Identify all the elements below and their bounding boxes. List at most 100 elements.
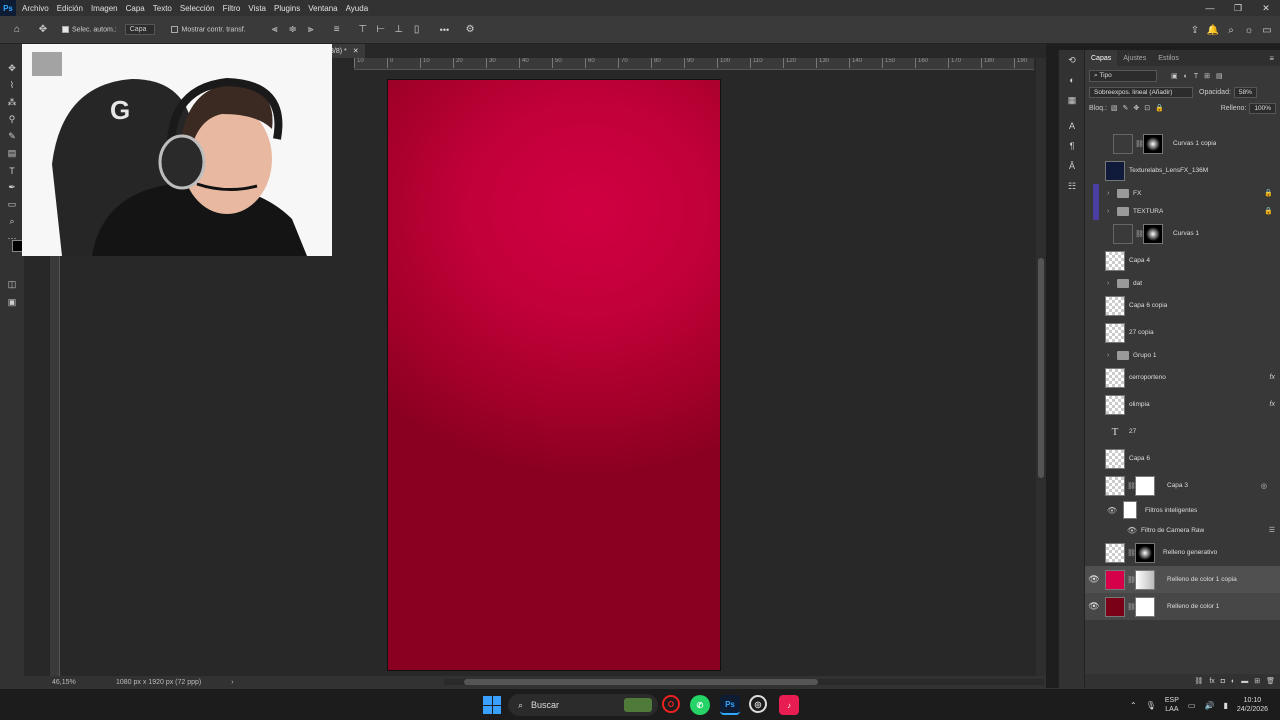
eye-icon[interactable]: 👁 <box>1085 601 1103 612</box>
restore-icon[interactable]: ❐ <box>1224 0 1252 16</box>
align-center-icon[interactable]: ≑ <box>284 21 302 39</box>
layer-item[interactable]: 👁 ⛓ Relleno de color 1 <box>1085 593 1280 620</box>
scrollbar-thumb[interactable] <box>1038 258 1044 478</box>
lasso-tool-icon[interactable]: ⌇ <box>0 77 24 94</box>
align-middle-icon[interactable]: ⊢ <box>372 21 390 39</box>
zoom-level[interactable]: 46,15% <box>52 679 112 686</box>
gear-icon[interactable]: ⚙ <box>461 21 479 39</box>
layer-item[interactable]: ⛓ Capa 3 ◎ <box>1085 472 1280 499</box>
taskbar-search[interactable]: ⌕ Buscar <box>508 694 658 716</box>
battery-icon[interactable]: ▮ <box>1223 701 1227 710</box>
windows-start-button[interactable] <box>483 696 501 714</box>
link-layers-icon[interactable]: ⛓ <box>1194 677 1203 685</box>
panel-menu-icon[interactable]: ≡ <box>1269 54 1274 63</box>
type-tool-icon[interactable]: T <box>0 162 24 179</box>
menu-archivo[interactable]: Archivo <box>22 4 49 13</box>
pen-tool-icon[interactable]: ✒ <box>0 179 24 196</box>
share-icon[interactable]: ⇪ <box>1186 21 1204 39</box>
opera-icon[interactable]: O <box>662 695 680 713</box>
filter-icons[interactable]: ▣◐T⊞▤ <box>1171 72 1229 80</box>
fill-input[interactable]: 100% <box>1249 102 1276 114</box>
eye-icon[interactable]: 👁 <box>1085 526 1137 535</box>
quick-mask-icon[interactable]: ◫ <box>0 276 24 293</box>
fx-icon[interactable]: fx <box>1270 374 1275 381</box>
tab-ajustes[interactable]: Ajustes <box>1117 50 1152 66</box>
blend-mode-dropdown[interactable]: Sobreexpos. lineal (Añadir) <box>1089 86 1193 98</box>
align-bottom-icon[interactable]: ⊥ <box>390 21 408 39</box>
tab-capas[interactable]: Capas <box>1085 50 1118 66</box>
layer-item[interactable]: Texturelabs_LensFX_136M <box>1085 157 1280 184</box>
align-right-icon[interactable]: ⫸ <box>302 21 320 39</box>
properties-icon[interactable]: ☷ <box>1059 176 1085 196</box>
adjustment-layer-icon[interactable]: ◐ <box>1231 678 1235 685</box>
menu-filtro[interactable]: Filtro <box>223 4 241 13</box>
photoshop-taskbar-icon[interactable]: Ps <box>720 695 740 715</box>
close-icon[interactable]: ✕ <box>1252 0 1280 16</box>
volume-icon[interactable]: 🔊 <box>1204 701 1214 710</box>
layer-group[interactable]: › FX 🔒 <box>1085 184 1280 202</box>
smart-filters-row[interactable]: 👁 Filtros inteligentes <box>1085 499 1280 521</box>
whatsapp-icon[interactable]: ✆ <box>690 695 710 715</box>
light-icon[interactable]: ☼ <box>1240 21 1258 39</box>
smart-filter-icon[interactable]: ◎ <box>1261 482 1267 490</box>
rectangle-tool-icon[interactable]: ▭ <box>0 196 24 213</box>
obs-icon[interactable]: ◎ <box>749 695 767 713</box>
clock[interactable]: 10:10 24/2/2026 <box>1237 696 1268 714</box>
show-transform-checkbox[interactable]: Mostrar contr. transf. <box>171 25 246 33</box>
filter-row[interactable]: 👁 Filtro de Camera Raw ☰ <box>1085 521 1280 539</box>
menu-capa[interactable]: Capa <box>126 4 145 13</box>
zoom-tool-icon[interactable]: ⌕ <box>0 213 24 230</box>
menu-imagen[interactable]: Imagen <box>91 4 118 13</box>
chevron-right-icon[interactable]: › <box>1107 280 1115 287</box>
auto-select-dropdown[interactable]: Capa <box>124 24 156 35</box>
opacity-input[interactable]: 58% <box>1233 86 1257 98</box>
menu-edicion[interactable]: Edición <box>57 4 83 13</box>
scrollbar-thumb[interactable] <box>464 679 818 685</box>
layer-group[interactable]: › TEXTURA 🔒 <box>1085 202 1280 220</box>
menu-seleccion[interactable]: Selección <box>180 4 215 13</box>
chevron-right-icon[interactable]: › <box>1107 352 1115 359</box>
language-indicator[interactable]: ESP LAA <box>1165 696 1179 714</box>
menu-ayuda[interactable]: Ayuda <box>346 4 369 13</box>
tiktok-icon[interactable]: ♪ <box>779 695 799 715</box>
chevron-right-icon[interactable]: › <box>1107 208 1115 215</box>
eye-icon[interactable]: 👁 <box>1085 574 1103 585</box>
layer-item[interactable]: cerroporteno fx <box>1085 364 1280 391</box>
auto-select-checkbox[interactable]: Selec. autom.: <box>62 25 117 33</box>
glyphs-icon[interactable]: Ā <box>1059 156 1085 176</box>
status-chevron-icon[interactable]: › <box>231 679 233 686</box>
document-canvas[interactable] <box>388 80 720 670</box>
layer-item[interactable]: ⛓ Curvas 1 copia <box>1085 130 1280 157</box>
gradient-tool-icon[interactable]: ▤ <box>0 145 24 162</box>
microphone-icon[interactable]: 🎙 <box>1146 701 1156 710</box>
character-icon[interactable]: A <box>1059 116 1085 136</box>
close-tab-icon[interactable]: ✕ <box>353 47 359 55</box>
tab-estilos[interactable]: Estilos <box>1152 50 1185 66</box>
layer-item[interactable]: T 27 <box>1085 418 1280 445</box>
horizontal-scrollbar[interactable] <box>444 679 1044 685</box>
quick-select-icon[interactable]: ⁂ <box>0 94 24 111</box>
history-icon[interactable]: ⟲ <box>1059 50 1085 70</box>
workspace-icon[interactable]: ▭ <box>1258 21 1276 39</box>
align-left-icon[interactable]: ⫷ <box>266 21 284 39</box>
layer-group[interactable]: › Grupo 1 <box>1085 346 1280 364</box>
fx-icon[interactable]: fx <box>1270 401 1275 408</box>
eye-icon[interactable]: 👁 <box>1085 506 1117 515</box>
filter-options-icon[interactable]: ☰ <box>1269 526 1275 534</box>
move-tool-icon[interactable]: ✥ <box>34 21 52 39</box>
layer-item[interactable]: Capa 6 <box>1085 445 1280 472</box>
menu-plugins[interactable]: Plugins <box>274 4 300 13</box>
paragraph-icon[interactable]: ¶ <box>1059 136 1085 156</box>
chevron-right-icon[interactable]: › <box>1107 190 1115 197</box>
layer-item[interactable]: ⛓ Curvas 1 <box>1085 220 1280 247</box>
vertical-scrollbar[interactable] <box>1036 58 1046 682</box>
screen-mode-icon[interactable]: ▣ <box>0 294 24 311</box>
brush-tool-icon[interactable]: ✎ <box>0 128 24 145</box>
search-icon[interactable]: ⌕ <box>1222 21 1240 39</box>
fx-icon[interactable]: fx <box>1209 678 1214 685</box>
color-icon[interactable]: ◐ <box>1059 70 1085 90</box>
lock-icons[interactable]: ▧✎✥⊡🔒 <box>1111 104 1169 112</box>
layer-item[interactable]: Capa 6 copia <box>1085 292 1280 319</box>
menu-ventana[interactable]: Ventana <box>308 4 337 13</box>
layer-item[interactable]: ⛓ Relleno generativo <box>1085 539 1280 566</box>
